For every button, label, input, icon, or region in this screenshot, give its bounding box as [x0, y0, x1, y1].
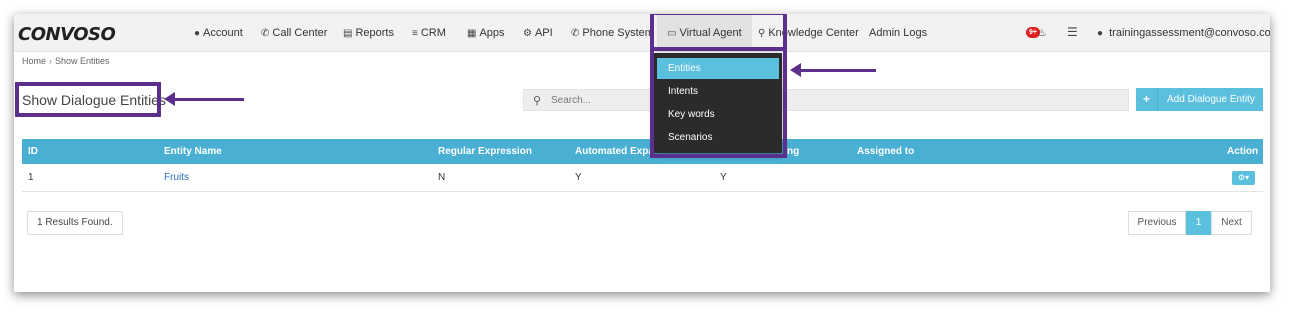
phone-icon: ✆ [261, 28, 270, 39]
column-header-automated-expansion[interactable]: Automated Expa [575, 139, 654, 164]
nav-api[interactable]: ⚙ API [523, 14, 553, 52]
convoso-logo[interactable]: CONVOSO [18, 24, 116, 45]
gear-icon: ⚙▾ [1237, 173, 1250, 182]
nav-apps[interactable]: ▦ Apps [467, 14, 505, 52]
nav-phone-system[interactable]: ✆ Phone System [571, 14, 654, 52]
search-icon: ⚲ [533, 95, 542, 107]
bell-icon[interactable]: ♨ [1037, 26, 1047, 39]
breadcrumb: Home › Show Entities [22, 56, 110, 66]
nav-crm[interactable]: ≡ CRM [412, 14, 446, 52]
nav-account[interactable]: ● Account [194, 14, 243, 52]
column-header-partial[interactable]: ng [787, 139, 799, 164]
grid-icon: ▦ [467, 28, 477, 39]
search-placeholder: Search... [551, 95, 592, 106]
menu-highlight-divider [650, 47, 787, 51]
nav-call-center-label: Call Center [272, 27, 328, 39]
user-email: trainingassessment@convoso.com [1109, 27, 1270, 39]
plus-icon: + [1136, 88, 1158, 111]
nav-apps-label: Apps [479, 27, 505, 39]
search-input[interactable]: ⚲ Search... [523, 89, 1129, 111]
title-highlight-box [15, 82, 161, 117]
cell-id: 1 [28, 172, 34, 183]
gear-icon: ⚙ [523, 28, 532, 39]
cell-col5: Y [720, 172, 727, 183]
top-navbar: CONVOSO ● Account ✆ Call Center ▤ Reports ≡… [14, 14, 1270, 52]
add-dialogue-entity-button[interactable]: + Add Dialogue Entity [1136, 88, 1263, 111]
column-header-id[interactable]: ID [28, 139, 38, 164]
column-header-regular-expression[interactable]: Regular Expression [438, 139, 532, 164]
cell-entity-name-link[interactable]: Fruits [164, 164, 189, 192]
table-row: 1 Fruits N Y Y ⚙▾ [22, 164, 1263, 192]
arrow-head-icon [164, 92, 175, 106]
table-header: ID Entity Name Regular Expression Automa… [22, 139, 1263, 164]
nav-reports[interactable]: ▤ Reports [343, 14, 394, 52]
database-icon[interactable]: ☰ [1067, 25, 1078, 39]
results-count: 1 Results Found. [27, 211, 123, 235]
column-header-assigned-to[interactable]: Assigned to [857, 139, 914, 164]
user-menu[interactable]: ● trainingassessment@convoso.com [1097, 14, 1270, 52]
nav-reports-label: Reports [355, 27, 394, 39]
cell-automated-expansion: Y [575, 172, 582, 183]
breadcrumb-separator: › [49, 56, 53, 66]
breadcrumb-current: Show Entities [55, 56, 110, 66]
cell-regular-expression: N [438, 172, 446, 183]
column-header-entity-name[interactable]: Entity Name [164, 139, 222, 164]
user-icon: ● [194, 28, 201, 39]
add-dialogue-entity-label: Add Dialogue Entity [1167, 94, 1255, 105]
bar-chart-icon: ▤ [343, 28, 353, 39]
pagination-previous[interactable]: Previous [1128, 211, 1186, 235]
nav-account-label: Account [203, 27, 243, 39]
nav-call-center[interactable]: ✆ Call Center [261, 14, 327, 52]
nav-api-label: API [534, 27, 553, 39]
breadcrumb-home[interactable]: Home [22, 56, 46, 66]
column-header-action: Action [1227, 146, 1259, 157]
list-icon: ≡ [412, 28, 418, 39]
annotation-arrow-title [164, 92, 244, 106]
annotation-arrow-menu [790, 63, 876, 77]
pagination-page-1[interactable]: 1 [1186, 211, 1211, 235]
nav-admin-logs[interactable]: Admin Logs [869, 14, 927, 52]
user-icon: ● [1097, 28, 1104, 39]
arrow-head-icon [790, 63, 801, 77]
menu-highlight-box [650, 14, 787, 158]
pagination-next[interactable]: Next [1211, 211, 1252, 235]
app-window: CONVOSO ● Account ✆ Call Center ▤ Reports ≡… [14, 14, 1270, 292]
row-action-gear-button[interactable]: ⚙▾ [1232, 171, 1255, 185]
phone-icon: ✆ [571, 28, 580, 39]
nav-phone-system-label: Phone System [582, 27, 654, 39]
nav-crm-label: CRM [420, 27, 446, 39]
